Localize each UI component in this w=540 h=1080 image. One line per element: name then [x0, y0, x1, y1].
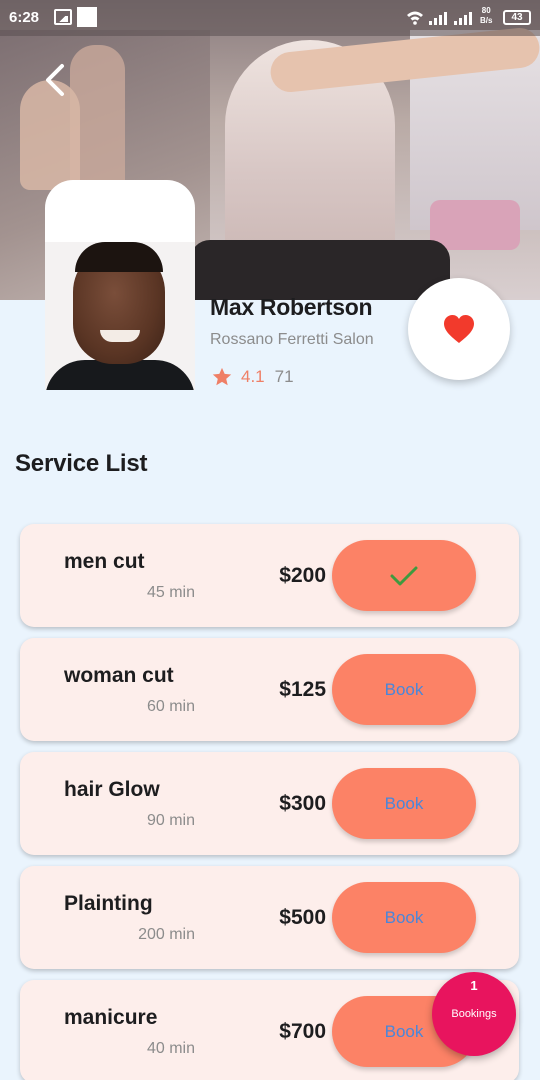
rating: 4.1 71: [211, 366, 294, 388]
network-speed: 80 B/s: [480, 6, 493, 25]
battery-icon: 43: [503, 10, 531, 25]
service-duration: 200 min: [138, 926, 195, 943]
review-count: 71: [274, 367, 294, 386]
notification-icon: [77, 7, 97, 27]
service-duration: 90 min: [146, 812, 195, 829]
service-duration: 40 min: [146, 1040, 195, 1057]
service-price: $300: [279, 792, 326, 815]
service-name: manicure: [64, 1006, 158, 1029]
chevron-left-icon[interactable]: [40, 62, 72, 98]
wifi-icon: [407, 11, 423, 25]
favorite-button[interactable]: [408, 278, 510, 380]
avatar: [45, 180, 195, 390]
service-name: hair Glow: [64, 778, 160, 801]
service-card: woman cut 60 min $125 Book: [20, 638, 519, 741]
service-duration: 45 min: [146, 584, 195, 601]
star-icon: [212, 367, 232, 386]
booked-button[interactable]: [332, 540, 476, 611]
service-card: men cut 45 min $200: [20, 524, 519, 627]
service-name: Plainting: [64, 892, 153, 915]
service-name: woman cut: [64, 664, 174, 687]
service-name: men cut: [64, 550, 145, 573]
book-button[interactable]: Book: [332, 654, 476, 725]
section-title: Service List: [15, 450, 148, 477]
service-price: $500: [279, 906, 326, 929]
check-icon: [390, 566, 418, 585]
heart-icon: [444, 315, 474, 343]
book-button[interactable]: Book: [332, 768, 476, 839]
service-duration: 60 min: [146, 698, 195, 715]
service-price: $700: [279, 1020, 326, 1043]
rating-value: 4.1: [241, 367, 265, 386]
stylist-name: Max Robertson: [210, 294, 373, 320]
bookings-button[interactable]: 1 Bookings: [432, 972, 516, 1056]
service-card: hair Glow 90 min $300 Book: [20, 752, 519, 855]
status-time: 6:28: [9, 9, 40, 26]
status-bar: 6:28 80 B/s 43: [0, 0, 540, 36]
book-button[interactable]: Book: [332, 882, 476, 953]
bookings-count: 1: [470, 978, 478, 993]
signal-icon: [429, 11, 451, 25]
screen: 6:28 80 B/s 43 Max Robertson Rossano Ferr…: [0, 0, 540, 1080]
bookings-label: Bookings: [451, 1008, 497, 1020]
service-price: $125: [279, 678, 326, 701]
service-price: $200: [279, 564, 326, 587]
gallery-notification-icon: [54, 9, 72, 25]
service-card: Plainting 200 min $500 Book: [20, 866, 519, 969]
signal-icon: [454, 11, 476, 25]
salon-name: Rossano Ferretti Salon: [210, 331, 374, 348]
